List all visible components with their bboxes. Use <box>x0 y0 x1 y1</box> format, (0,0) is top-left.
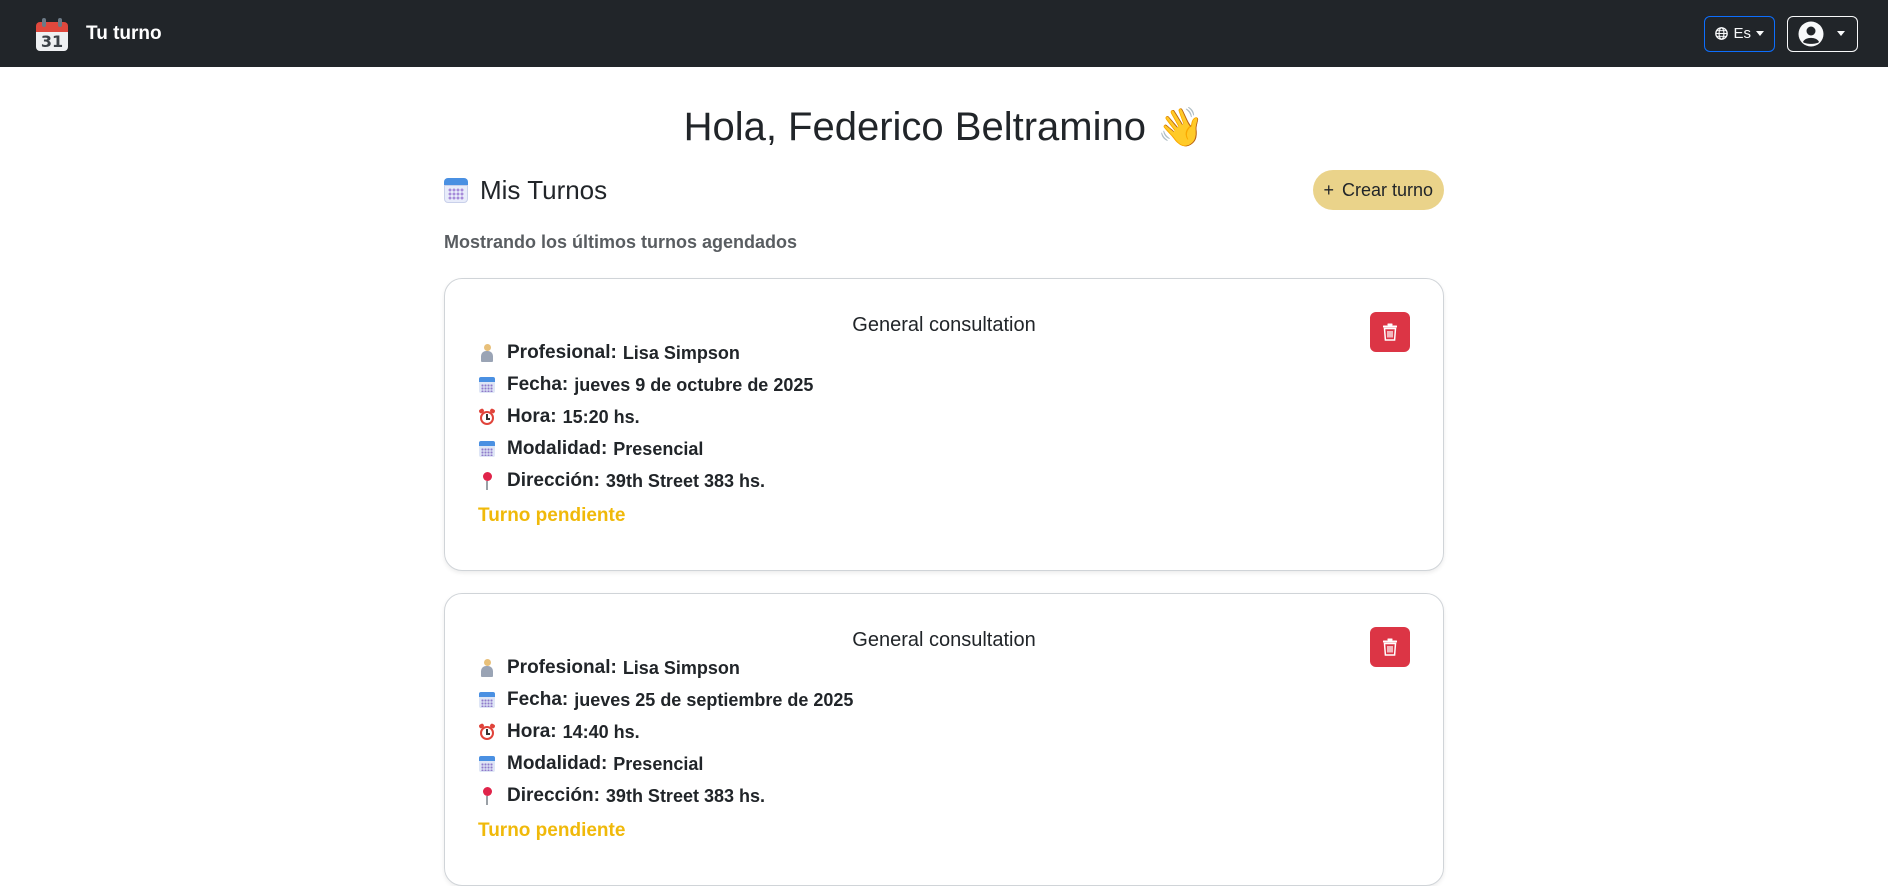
date-value: jueves 25 de septiembre de 2025 <box>574 689 854 710</box>
address-label: Dirección: <box>507 470 600 491</box>
chevron-down-icon <box>1756 31 1764 36</box>
time-label: Hora: <box>507 721 557 742</box>
person-icon <box>478 659 496 677</box>
time-label: Hora: <box>507 406 557 427</box>
create-appointment-button[interactable]: + Crear turno <box>1313 170 1444 210</box>
professional-label: Profesional: <box>507 657 617 678</box>
modality-label: Modalidad: <box>507 753 608 774</box>
modality-value: Presencial <box>613 753 704 774</box>
appointment-title: General consultation <box>852 629 1036 651</box>
appointments-header: Mis Turnos + Crear turno <box>444 170 1444 210</box>
calendar-icon <box>444 177 468 203</box>
person-icon <box>478 344 496 362</box>
time-row: Hora: 14:40 hs. <box>478 716 1410 748</box>
waving-hand-icon: 👋 <box>1157 107 1205 149</box>
delete-appointment-button[interactable] <box>1370 312 1410 352</box>
status-badge: Turno pendiente <box>478 505 626 526</box>
date-label: Fecha: <box>507 374 569 395</box>
time-row: Hora: 15:20 hs. <box>478 401 1410 433</box>
language-label: Es <box>1733 25 1751 42</box>
date-row: Fecha: jueves 9 de octubre de 2025 <box>478 369 1410 401</box>
date-label: Fecha: <box>507 689 569 710</box>
greeting-text: Hola, Federico Beltramino <box>683 105 1146 149</box>
calendar-icon <box>478 691 496 709</box>
language-dropdown-button[interactable]: Es <box>1704 15 1775 52</box>
date-row: Fecha: jueves 25 de septiembre de 2025 <box>478 684 1410 716</box>
professional-row: Profesional: Lisa Simpson <box>478 337 1410 369</box>
address-label: Dirección: <box>507 785 600 806</box>
modality-value: Presencial <box>613 438 704 459</box>
alarm-clock-icon <box>478 408 496 426</box>
user-menu-button[interactable] <box>1787 15 1858 52</box>
logo-day-number: 31 <box>40 32 64 51</box>
globe-icon <box>1715 27 1729 40</box>
professional-label: Profesional: <box>507 342 617 363</box>
address-value: 39th Street 383 hs. <box>605 470 765 491</box>
create-appointment-label: Crear turno <box>1341 179 1433 200</box>
professional-value: Lisa Simpson <box>622 657 740 678</box>
modality-label: Modalidad: <box>507 438 608 459</box>
professional-value: Lisa Simpson <box>622 342 740 363</box>
chevron-down-icon <box>1837 31 1845 36</box>
modality-row: Modalidad: Presencial <box>478 433 1410 465</box>
professional-row: Profesional: Lisa Simpson <box>478 652 1410 684</box>
appointments-subtitle: Mostrando los últimos turnos agendados <box>444 232 798 252</box>
appointment-title: General consultation <box>852 314 1036 336</box>
main-content: Hola, Federico Beltramino 👋 Mis Turnos +… <box>444 67 1444 886</box>
location-pin-icon <box>478 472 496 490</box>
trash-icon <box>1383 323 1397 341</box>
location-pin-icon <box>478 787 496 805</box>
calendar-logo-icon: 31 <box>36 16 68 51</box>
address-value: 39th Street 383 hs. <box>605 785 765 806</box>
delete-appointment-button[interactable] <box>1370 627 1410 667</box>
calendar-icon <box>478 376 496 394</box>
time-value: 14:40 hs. <box>562 721 640 742</box>
calendar-icon <box>478 440 496 458</box>
trash-icon <box>1383 638 1397 656</box>
time-value: 15:20 hs. <box>562 406 640 427</box>
appointment-card: General consultation Profesional: Lisa S… <box>444 278 1444 571</box>
address-row: Dirección: 39th Street 383 hs. <box>478 780 1410 812</box>
greeting-heading: Hola, Federico Beltramino 👋 <box>444 67 1444 154</box>
top-navbar: 31 Tu turno Es <box>0 0 1888 67</box>
section-title: Mis Turnos <box>444 175 607 206</box>
status-badge: Turno pendiente <box>478 820 626 841</box>
modality-row: Modalidad: Presencial <box>478 748 1410 780</box>
alarm-clock-icon <box>478 723 496 741</box>
date-value: jueves 9 de octubre de 2025 <box>574 374 814 395</box>
address-row: Dirección: 39th Street 383 hs. <box>478 465 1410 497</box>
brand-title[interactable]: Tu turno <box>86 23 162 45</box>
brand[interactable]: 31 Tu turno <box>36 16 162 51</box>
appointment-card: General consultation Profesional: Lisa S… <box>444 593 1444 886</box>
section-title-text: Mis Turnos <box>480 174 608 205</box>
calendar-icon <box>478 755 496 773</box>
plus-icon: + <box>1323 179 1334 200</box>
user-circle-icon <box>1798 21 1824 46</box>
